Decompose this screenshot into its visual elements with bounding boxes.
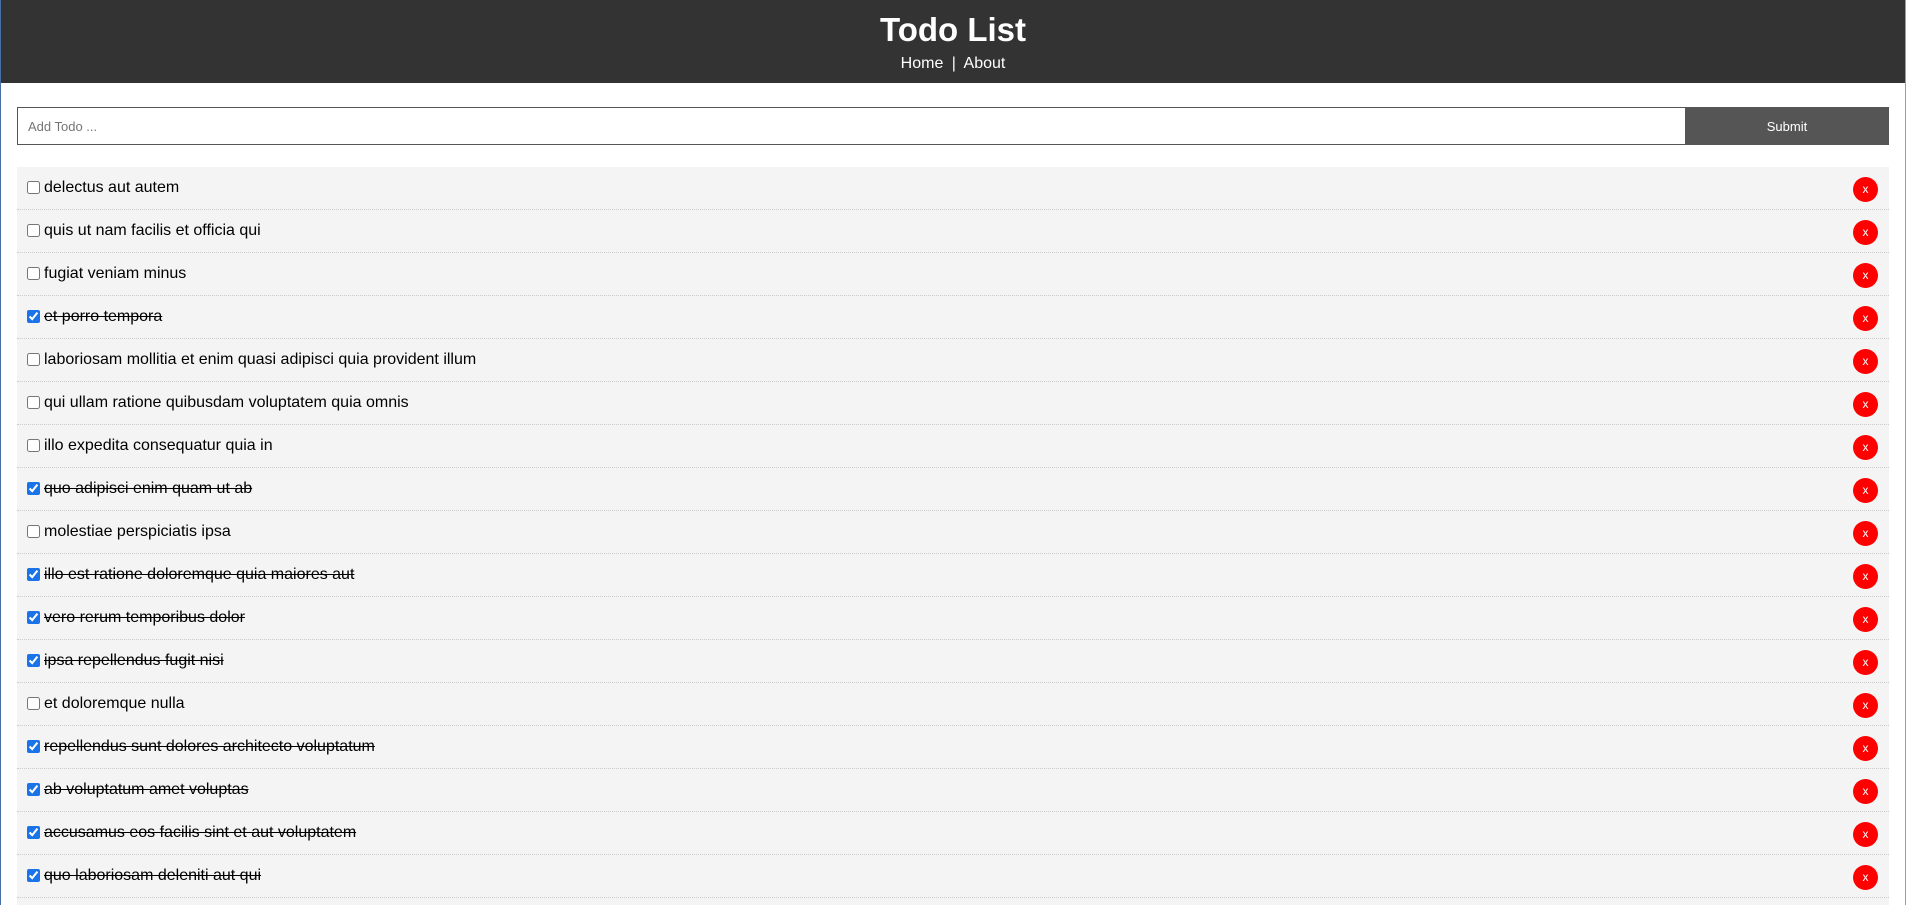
- delete-todo-button[interactable]: x: [1853, 693, 1878, 718]
- todo-checkbox[interactable]: [27, 481, 40, 495]
- todo-item: delectus aut autem x: [17, 167, 1889, 210]
- todo-checkbox[interactable]: [27, 352, 40, 366]
- todo-title: illo est ratione doloremque quia maiores…: [44, 566, 355, 583]
- page-title: Todo List: [879, 11, 1027, 48]
- todo-title: quis ut nam facilis et officia qui: [44, 222, 261, 239]
- app-root: Todo List Home | About Submit delectus a…: [0, 0, 1906, 905]
- todo-title: illo expedita consequatur quia in: [44, 437, 273, 454]
- todo-title: vero rerum temporibus dolor: [44, 609, 245, 626]
- todo-title: ipsa repellendus fugit nisi: [44, 652, 224, 669]
- todo-title: ab voluptatum amet voluptas: [44, 781, 249, 798]
- delete-todo-button[interactable]: x: [1853, 736, 1878, 761]
- todo-title: quo laboriosam deleniti aut qui: [44, 867, 262, 884]
- todo-title: molestiae perspiciatis ipsa: [44, 523, 231, 540]
- todo-item: fugiat veniam minus x: [17, 253, 1889, 296]
- todo-item: et doloremque nulla x: [17, 683, 1889, 726]
- todo-checkbox[interactable]: [27, 739, 40, 753]
- todo-checkbox[interactable]: [27, 696, 40, 710]
- todo-item: qui ullam ratione quibusdam voluptatem q…: [17, 382, 1889, 425]
- todo-checkbox[interactable]: [27, 223, 40, 237]
- todo-item: accusamus eos facilis sint et aut volupt…: [17, 812, 1889, 855]
- todo-item: illo est ratione doloremque quia maiores…: [17, 554, 1889, 597]
- todo-checkbox[interactable]: [27, 180, 40, 194]
- todo-title: et doloremque nulla: [44, 695, 185, 712]
- add-todo-form: Submit: [17, 107, 1889, 145]
- nav-links: Home | About: [1, 53, 1905, 75]
- delete-todo-button[interactable]: x: [1853, 607, 1878, 632]
- todo-item: illo expedita consequatur quia in x: [17, 425, 1889, 468]
- todo-item: dolorum est consequatur ea mollitia in c…: [17, 898, 1889, 905]
- todo-title: quo adipisci enim quam ut ab: [44, 480, 253, 497]
- delete-todo-button[interactable]: x: [1853, 822, 1878, 847]
- nav-separator: |: [951, 55, 956, 72]
- todo-item: molestiae perspiciatis ipsa x: [17, 511, 1889, 554]
- nav-link-home[interactable]: Home: [901, 55, 944, 72]
- add-todo-input[interactable]: [17, 107, 1685, 145]
- todo-checkbox[interactable]: [27, 438, 40, 452]
- delete-todo-button[interactable]: x: [1853, 564, 1878, 589]
- delete-todo-button[interactable]: x: [1853, 650, 1878, 675]
- todo-title: repellendus sunt dolores architecto volu…: [44, 738, 375, 755]
- todo-checkbox[interactable]: [27, 825, 40, 839]
- delete-todo-button[interactable]: x: [1853, 349, 1878, 374]
- delete-todo-button[interactable]: x: [1853, 263, 1878, 288]
- delete-todo-button[interactable]: x: [1853, 478, 1878, 503]
- delete-todo-button[interactable]: x: [1853, 865, 1878, 890]
- todo-title: et porro tempora: [44, 308, 163, 325]
- delete-todo-button[interactable]: x: [1853, 220, 1878, 245]
- todo-item: laboriosam mollitia et enim quasi adipis…: [17, 339, 1889, 382]
- todo-item: vero rerum temporibus dolor x: [17, 597, 1889, 640]
- nav-link-about[interactable]: About: [964, 55, 1006, 72]
- todo-item: quo adipisci enim quam ut ab x: [17, 468, 1889, 511]
- todo-checkbox[interactable]: [27, 782, 40, 796]
- todo-checkbox[interactable]: [27, 266, 40, 280]
- site-header: Todo List Home | About: [1, 0, 1905, 83]
- todo-list: delectus aut autem x quis ut nam facilis e…: [17, 167, 1889, 905]
- todo-checkbox[interactable]: [27, 610, 40, 624]
- delete-todo-button[interactable]: x: [1853, 435, 1878, 460]
- todo-item: ab voluptatum amet voluptas x: [17, 769, 1889, 812]
- delete-todo-button[interactable]: x: [1853, 521, 1878, 546]
- delete-todo-button[interactable]: x: [1853, 177, 1878, 202]
- todo-item: quo laboriosam deleniti aut qui x: [17, 855, 1889, 898]
- todo-checkbox[interactable]: [27, 653, 40, 667]
- delete-todo-button[interactable]: x: [1853, 306, 1878, 331]
- delete-todo-button[interactable]: x: [1853, 779, 1878, 804]
- todo-title: delectus aut autem: [44, 179, 180, 196]
- todo-item: repellendus sunt dolores architecto volu…: [17, 726, 1889, 769]
- todo-item: quis ut nam facilis et officia qui x: [17, 210, 1889, 253]
- todo-title: laboriosam mollitia et enim quasi adipis…: [44, 351, 477, 368]
- todo-checkbox[interactable]: [27, 524, 40, 538]
- todo-checkbox[interactable]: [27, 567, 40, 581]
- todo-title: accusamus eos facilis sint et aut volupt…: [44, 824, 357, 841]
- submit-button[interactable]: Submit: [1685, 107, 1889, 145]
- todo-item: et porro tempora x: [17, 296, 1889, 339]
- todo-checkbox[interactable]: [27, 868, 40, 882]
- todo-title: qui ullam ratione quibusdam voluptatem q…: [44, 394, 409, 411]
- todo-checkbox[interactable]: [27, 309, 40, 323]
- todo-item: ipsa repellendus fugit nisi x: [17, 640, 1889, 683]
- delete-todo-button[interactable]: x: [1853, 392, 1878, 417]
- todo-checkbox[interactable]: [27, 395, 40, 409]
- todo-title: fugiat veniam minus: [44, 265, 187, 282]
